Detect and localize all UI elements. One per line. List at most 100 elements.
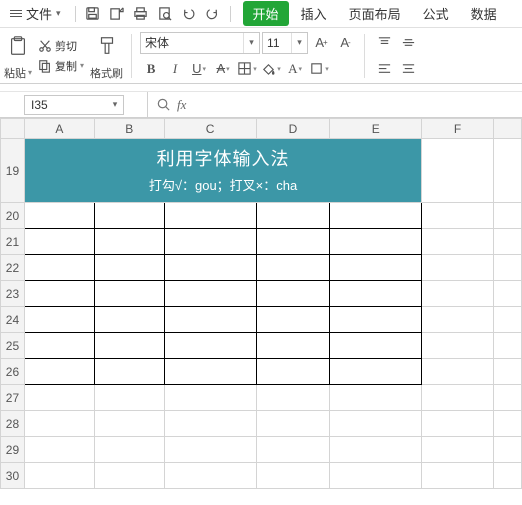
font-name-combo[interactable]: 宋体 ▾ [140, 32, 260, 54]
cell[interactable] [24, 359, 94, 385]
search-icon[interactable] [156, 97, 171, 112]
select-all-corner[interactable] [1, 119, 25, 139]
cell[interactable] [422, 255, 494, 281]
increase-font-button[interactable]: A+ [310, 32, 332, 54]
cell[interactable] [422, 333, 494, 359]
highlight-button[interactable]: ▾ [308, 58, 330, 80]
cell[interactable] [164, 359, 256, 385]
cell[interactable] [494, 437, 522, 463]
cell[interactable] [256, 281, 330, 307]
cell[interactable] [256, 307, 330, 333]
cell[interactable] [256, 463, 330, 489]
cell[interactable] [330, 307, 422, 333]
cell[interactable] [422, 139, 494, 203]
cell[interactable] [24, 255, 94, 281]
col-header[interactable] [494, 119, 522, 139]
cell[interactable] [422, 359, 494, 385]
cell[interactable] [94, 359, 164, 385]
cell[interactable] [330, 437, 422, 463]
cell[interactable] [330, 359, 422, 385]
col-header[interactable]: F [422, 119, 494, 139]
cell[interactable] [494, 463, 522, 489]
cell[interactable] [422, 229, 494, 255]
fx-label[interactable]: fx [177, 97, 186, 113]
cell[interactable] [256, 411, 330, 437]
cell[interactable] [94, 281, 164, 307]
row-header[interactable]: 28 [1, 411, 25, 437]
cell[interactable] [494, 281, 522, 307]
cell[interactable] [422, 385, 494, 411]
cell[interactable] [494, 229, 522, 255]
cell[interactable] [164, 281, 256, 307]
tab-start[interactable]: 开始 [243, 1, 289, 26]
cell[interactable] [94, 229, 164, 255]
cell[interactable] [330, 281, 422, 307]
copy-button[interactable]: 复制▾ [36, 57, 86, 75]
cell[interactable] [330, 411, 422, 437]
tab-layout[interactable]: 页面布局 [339, 1, 411, 26]
cell[interactable] [256, 359, 330, 385]
cell[interactable] [24, 281, 94, 307]
cell[interactable] [256, 385, 330, 411]
paste-label[interactable]: 粘贴▾ [4, 65, 32, 81]
fill-color-button[interactable]: ▾ [260, 58, 282, 80]
cell[interactable] [24, 411, 94, 437]
cell[interactable] [330, 333, 422, 359]
cell[interactable] [94, 203, 164, 229]
cut-button[interactable]: 剪切 [36, 37, 86, 55]
row-header[interactable]: 22 [1, 255, 25, 281]
row-header[interactable]: 29 [1, 437, 25, 463]
italic-button[interactable]: I [164, 58, 186, 80]
cell[interactable] [164, 385, 256, 411]
cell[interactable] [256, 255, 330, 281]
format-painter-button[interactable] [93, 31, 121, 61]
cell[interactable] [24, 437, 94, 463]
strikethrough-button[interactable]: A▾ [212, 58, 234, 80]
cell[interactable] [330, 463, 422, 489]
cell[interactable] [494, 359, 522, 385]
bold-button[interactable]: B [140, 58, 162, 80]
align-middle-button[interactable] [397, 32, 419, 54]
font-color-button[interactable]: A▾ [284, 58, 306, 80]
cell[interactable] [330, 229, 422, 255]
col-header[interactable]: B [94, 119, 164, 139]
cell[interactable] [494, 255, 522, 281]
align-top-button[interactable] [373, 32, 395, 54]
cell[interactable] [94, 463, 164, 489]
cell[interactable] [164, 411, 256, 437]
name-box[interactable]: I35 ▾ [24, 95, 124, 115]
cell[interactable] [330, 203, 422, 229]
cell[interactable] [494, 307, 522, 333]
print-preview-button[interactable] [154, 3, 176, 25]
cell[interactable] [256, 333, 330, 359]
cell[interactable] [422, 281, 494, 307]
row-header[interactable]: 24 [1, 307, 25, 333]
row-header[interactable]: 21 [1, 229, 25, 255]
cell[interactable] [422, 203, 494, 229]
col-header[interactable]: A [24, 119, 94, 139]
cell[interactable] [24, 307, 94, 333]
cell[interactable] [94, 255, 164, 281]
cell[interactable] [24, 333, 94, 359]
cell[interactable] [94, 385, 164, 411]
cell[interactable] [422, 411, 494, 437]
underline-button[interactable]: U▾ [188, 58, 210, 80]
tab-data[interactable]: 数据 [461, 1, 507, 26]
cell[interactable] [94, 411, 164, 437]
row-header[interactable]: 26 [1, 359, 25, 385]
font-size-combo[interactable]: 11 ▾ [262, 32, 308, 54]
cell[interactable] [494, 411, 522, 437]
cell[interactable] [164, 307, 256, 333]
cell[interactable] [256, 437, 330, 463]
cell[interactable] [422, 307, 494, 333]
align-left-button[interactable] [373, 58, 395, 80]
merged-title-cell[interactable]: 利用字体输入法 打勾√：gou；打叉×：cha [24, 139, 421, 203]
cell[interactable] [164, 203, 256, 229]
cell[interactable] [330, 385, 422, 411]
col-header[interactable]: E [330, 119, 422, 139]
borders-button[interactable]: ▾ [236, 58, 258, 80]
cell[interactable] [494, 333, 522, 359]
cell[interactable] [494, 385, 522, 411]
paste-button[interactable] [4, 31, 32, 61]
cell[interactable] [256, 229, 330, 255]
